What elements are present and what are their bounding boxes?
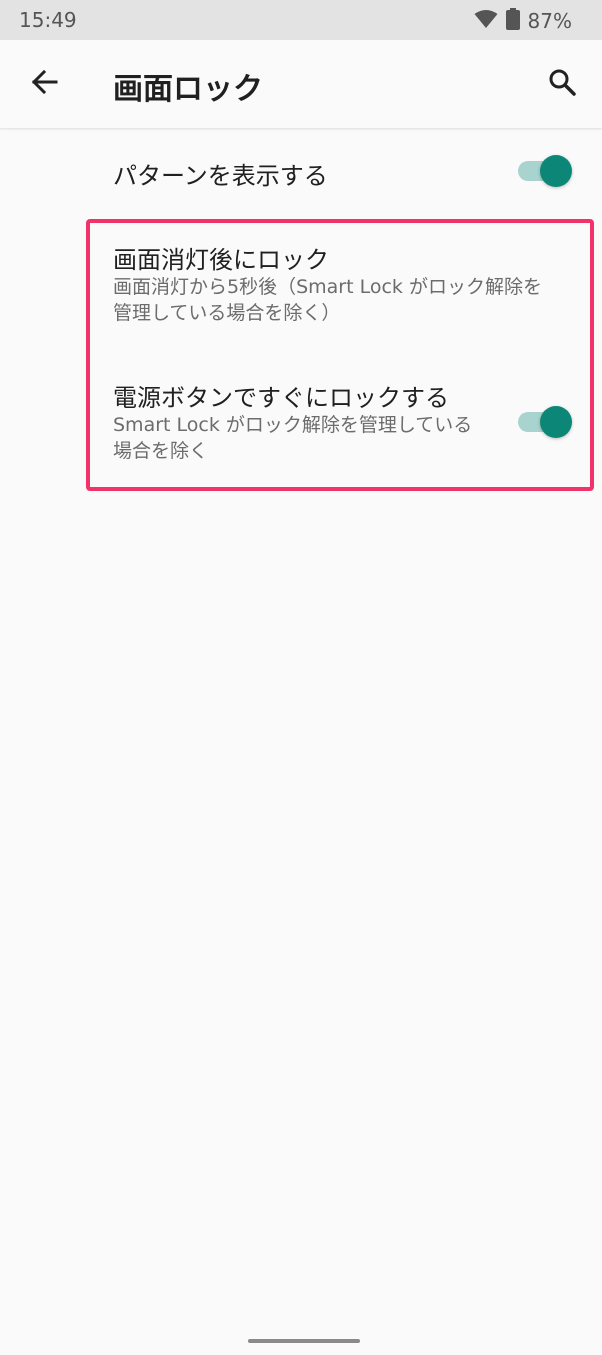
power-button-lock-toggle[interactable] xyxy=(518,404,572,440)
battery-icon xyxy=(505,8,520,34)
back-arrow-icon xyxy=(30,68,58,100)
show-pattern-toggle[interactable] xyxy=(518,153,572,189)
app-bar: 画面ロック xyxy=(0,40,602,129)
setting-show-pattern[interactable]: パターンを表示する xyxy=(0,130,602,214)
setting-lock-after-timeout-subtitle: 画面消灯から5秒後（Smart Lock がロック解除を管理している場合を除く） xyxy=(113,276,542,324)
toggle-thumb xyxy=(540,155,572,187)
status-right: 87% xyxy=(474,8,572,34)
setting-power-button-lock-title: 電源ボタンですぐにロックする xyxy=(113,384,449,412)
gesture-nav-handle[interactable] xyxy=(248,1339,360,1343)
battery-percent: 87% xyxy=(527,9,572,33)
back-button[interactable] xyxy=(22,62,66,106)
toggle-thumb xyxy=(540,406,572,438)
status-bar: 15:49 87% xyxy=(0,0,602,40)
wifi-icon xyxy=(474,9,498,33)
setting-lock-after-timeout[interactable]: 画面消灯後にロック 画面消灯から5秒後（Smart Lock がロック解除を管理… xyxy=(0,226,602,346)
status-time: 15:49 xyxy=(19,8,77,32)
page-title: 画面ロック xyxy=(113,72,263,107)
setting-lock-after-timeout-title: 画面消灯後にロック xyxy=(113,246,329,274)
search-button[interactable] xyxy=(540,62,584,106)
search-icon xyxy=(548,68,576,100)
setting-power-button-lock-subtitle: Smart Lock がロック解除を管理している場合を除く xyxy=(113,414,473,462)
setting-show-pattern-title: パターンを表示する xyxy=(113,162,328,190)
setting-power-button-lock[interactable]: 電源ボタンですぐにロックする Smart Lock がロック解除を管理している場… xyxy=(0,360,602,480)
